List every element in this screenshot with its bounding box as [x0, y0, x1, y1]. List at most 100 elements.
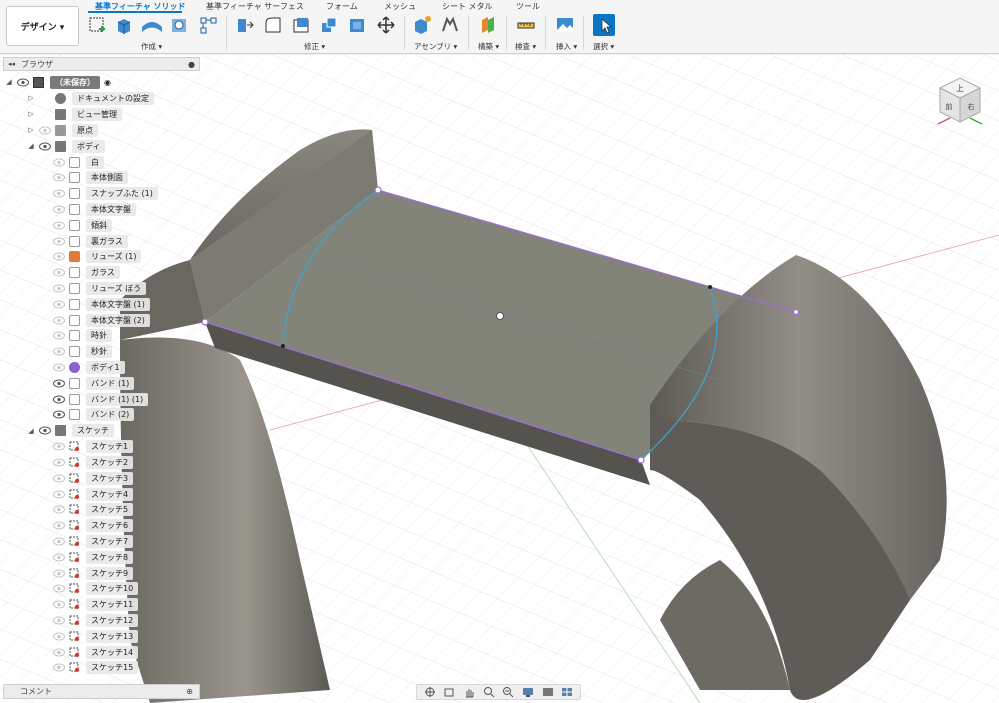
body-item[interactable]: バンド (2): [53, 408, 135, 422]
tree-item[interactable]: ▷ 原点: [27, 123, 98, 137]
body-label: ガラス: [86, 266, 120, 280]
modify-menu[interactable]: 修正 ▾: [304, 41, 325, 52]
tab-mesh[interactable]: メッシュ: [384, 1, 416, 12]
assemble-menu[interactable]: アセンブリ ▾: [414, 41, 457, 52]
expand-arrow-icon[interactable]: ▷: [27, 94, 35, 102]
offset-plane-icon[interactable]: [477, 14, 499, 36]
sketch-label: スケッチ14: [86, 645, 139, 659]
press-pull-icon[interactable]: [233, 14, 255, 36]
select-menu[interactable]: 選択 ▾: [593, 41, 614, 52]
zoom-window-icon[interactable]: [501, 686, 515, 698]
expand-arrow-icon[interactable]: ◢: [27, 142, 35, 150]
orbit-icon[interactable]: [423, 686, 437, 698]
sketch-item[interactable]: スケッチ5: [53, 503, 134, 517]
tab-sheet-metal[interactable]: シート メタル: [442, 1, 493, 12]
create-menu[interactable]: 作成 ▾: [141, 41, 162, 52]
sketch-item[interactable]: スケッチ15: [53, 661, 139, 675]
body-item[interactable]: 本体文字盤 (1): [53, 297, 150, 311]
body-item[interactable]: リューズ (1): [53, 250, 142, 264]
move-icon[interactable]: [375, 14, 397, 36]
display-settings-icon[interactable]: [521, 686, 535, 698]
tree-root[interactable]: ◢ （未保存） ◉: [5, 75, 111, 89]
tab-form[interactable]: フォーム: [326, 1, 358, 12]
body-item[interactable]: 裏ガラス: [53, 234, 128, 248]
body-icon: [69, 361, 80, 373]
shell-icon[interactable]: [290, 14, 312, 36]
sketch-item[interactable]: スケッチ6: [53, 519, 134, 533]
scale-icon[interactable]: [346, 14, 368, 36]
sketch-item[interactable]: スケッチ13: [53, 629, 139, 643]
sketch-item[interactable]: スケッチ8: [53, 550, 134, 564]
sketch-icon: [69, 631, 79, 641]
root-label: （未保存）: [50, 75, 100, 89]
body-item[interactable]: スナップふた (1): [53, 187, 158, 201]
viewports-icon[interactable]: [560, 686, 574, 698]
measure-icon[interactable]: [515, 14, 537, 36]
body-item[interactable]: バンド (1) (1): [53, 392, 149, 406]
extrude-icon[interactable]: [113, 14, 135, 36]
inspect-menu[interactable]: 検査 ▾: [515, 41, 536, 52]
component-icon: [69, 251, 80, 263]
sketch-item[interactable]: スケッチ10: [53, 582, 139, 596]
insert-image-icon[interactable]: [554, 14, 576, 36]
new-component-icon[interactable]: [411, 14, 433, 36]
add-comment-icon[interactable]: ⊕: [186, 687, 193, 696]
view-cube[interactable]: 上 前 右: [932, 72, 988, 128]
pattern-icon[interactable]: [197, 14, 219, 36]
workspace-dropdown[interactable]: デザイン ▾: [6, 6, 79, 46]
body-item[interactable]: 傾斜: [53, 218, 112, 232]
body-label: 白: [86, 155, 104, 169]
combine-icon[interactable]: [318, 14, 340, 36]
sketch-item[interactable]: スケッチ12: [53, 613, 139, 627]
sketch-item[interactable]: スケッチ7: [53, 534, 134, 548]
sketch-item[interactable]: スケッチ3: [53, 471, 134, 485]
body-item[interactable]: 本体側面: [53, 171, 128, 185]
body-item[interactable]: ガラス: [53, 266, 120, 280]
hole-icon[interactable]: [168, 14, 190, 36]
body-item[interactable]: 本体文字盤 (2): [53, 313, 150, 327]
sketch-item[interactable]: スケッチ14: [53, 645, 139, 659]
tree-item[interactable]: ◢ ボディ: [27, 139, 106, 153]
body-icon: [69, 267, 80, 279]
create-sketch-icon[interactable]: [86, 14, 108, 36]
sketch-item[interactable]: スケッチ11: [53, 598, 139, 612]
body-item[interactable]: 本体文字盤: [53, 202, 136, 216]
body-item[interactable]: リューズ ぼう: [53, 281, 147, 295]
tree-item[interactable]: ◢ スケッチ: [27, 424, 114, 438]
expand-arrow-icon[interactable]: ◢: [27, 427, 35, 435]
sketch-icon: [69, 647, 79, 657]
tab-surface[interactable]: 基準フィーチャ サーフェス: [206, 1, 304, 12]
revolve-icon[interactable]: [140, 14, 162, 36]
collapse-icon[interactable]: ◂◂: [8, 60, 15, 68]
insert-menu[interactable]: 挿入 ▾: [556, 41, 577, 52]
sketch-item[interactable]: スケッチ2: [53, 455, 134, 469]
pan-icon[interactable]: [462, 686, 476, 698]
sketch-item[interactable]: スケッチ9: [53, 566, 134, 580]
body-item[interactable]: 秒針: [53, 345, 112, 359]
select-cursor-icon[interactable]: [593, 14, 615, 36]
grid-settings-icon[interactable]: [541, 686, 555, 698]
sketch-item[interactable]: スケッチ1: [53, 440, 134, 454]
tree-item[interactable]: ▷ ビュー管理: [27, 107, 122, 121]
comments-panel[interactable]: コメント ⊕: [3, 684, 200, 699]
joint-icon[interactable]: [439, 14, 461, 36]
sketch-item[interactable]: スケッチ4: [53, 487, 134, 501]
pin-icon[interactable]: ●: [188, 60, 195, 69]
sketch-folder-label: スケッチ: [72, 424, 114, 438]
fillet-icon[interactable]: [262, 14, 284, 36]
body-item[interactable]: バンド (1): [53, 376, 135, 390]
expand-arrow-icon[interactable]: ▷: [27, 110, 35, 118]
radio-icon[interactable]: ◉: [104, 78, 111, 87]
look-at-icon[interactable]: [442, 686, 456, 698]
zoom-icon[interactable]: [482, 686, 496, 698]
body-item[interactable]: ボディ1: [53, 360, 125, 374]
construct-menu[interactable]: 構築 ▾: [478, 41, 499, 52]
body-item[interactable]: 白: [53, 155, 104, 169]
body-icon: [69, 282, 80, 294]
body-item[interactable]: 時針: [53, 329, 112, 343]
browser-header[interactable]: ◂◂ ブラウザ ●: [3, 57, 200, 71]
expand-arrow-icon[interactable]: ◢: [5, 78, 13, 86]
expand-arrow-icon[interactable]: ▷: [27, 126, 35, 134]
tree-item[interactable]: ▷ ドキュメントの設定: [27, 91, 154, 105]
tab-tools[interactable]: ツール: [516, 1, 540, 12]
